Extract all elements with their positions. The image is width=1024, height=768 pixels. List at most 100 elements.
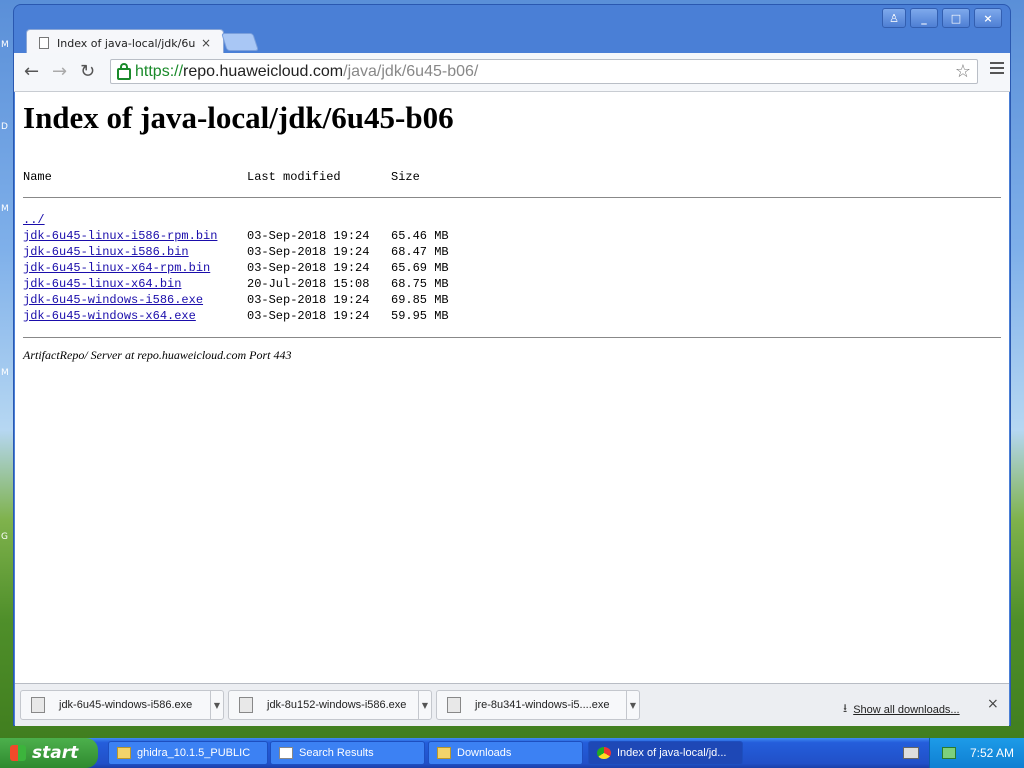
file-link[interactable]: jdk-6u45-linux-i586.bin [23,244,247,260]
file-size: 65.46 MB [391,229,449,243]
file-listing: ../jdk-6u45-linux-i586-rpm.bin 03-Sep-201… [23,212,449,324]
file-modified: 03-Sep-2018 19:24 [247,245,370,259]
url-path: /java/jdk/6u45-b06/ [343,62,479,80]
chevron-down-icon[interactable]: ▼ [626,691,639,719]
file-modified: 03-Sep-2018 19:24 [247,293,370,307]
taskbar-item-search-results[interactable]: Search Results [270,741,425,765]
browser-toolbar: ← → ↻ https://repo.huaweicloud.com/java/… [14,53,1010,92]
chevron-down-icon[interactable]: ▼ [418,691,431,719]
maximize-button[interactable]: □ [942,8,970,28]
menu-icon[interactable] [990,62,1004,77]
profile-button[interactable]: ♙ [882,8,906,28]
window-controls: ♙ _ □ × [882,8,1002,28]
taskbar-item-downloads[interactable]: Downloads [428,741,583,765]
desktop-icon-label: G [1,532,8,542]
page-content: Index of java-local/jdk/6u45-b06 Name Las… [15,92,1009,683]
file-icon [447,697,461,713]
tab-strip: Index of java-local/jdk/6u45 × ♙ _ □ × [14,5,1010,56]
file-size: 68.75 MB [391,277,449,291]
page-title: Index of java-local/jdk/6u45-b06 [23,100,454,135]
page-icon [39,37,49,49]
download-item[interactable]: jdk-6u45-windows-i586.exe ▼ [20,690,224,720]
system-tray: 7:52 AM [929,738,1024,768]
chrome-icon [597,747,611,759]
column-size: Size [391,170,420,184]
file-modified: 03-Sep-2018 19:24 [247,261,370,275]
taskbar-item-label: Index of java-local/jd... [617,747,727,759]
file-link[interactable]: jdk-6u45-linux-x64.bin [23,276,247,292]
column-modified: Last modified [247,170,341,184]
file-size: 68.47 MB [391,245,449,259]
windows-logo-icon [10,745,26,761]
desktop-icon-label: D [1,122,8,132]
server-signature: ArtifactRepo/ Server at repo.huaweicloud… [23,348,292,362]
show-all-label: Show all downloads... [853,703,960,716]
download-shelf: jdk-6u45-windows-i586.exe ▼ jdk-8u152-wi… [15,683,1009,726]
start-label: start [32,743,79,763]
file-icon [31,697,45,713]
file-link[interactable]: jdk-6u45-linux-x64-rpm.bin [23,260,247,276]
file-link[interactable]: jdk-6u45-linux-i586-rpm.bin [23,228,247,244]
file-link[interactable]: jdk-6u45-windows-x64.exe [23,308,247,324]
folder-icon [117,747,131,759]
start-button[interactable]: start [0,738,98,768]
download-item[interactable]: jre-8u341-windows-i5....exe ▼ [436,690,640,720]
chevron-down-icon[interactable]: ▼ [210,691,223,719]
browser-window: Index of java-local/jdk/6u45 × ♙ _ □ × ←… [13,4,1011,726]
list-item: ../ [23,212,449,228]
download-filename: jdk-8u152-windows-i586.exe [267,699,407,711]
bookmark-star-icon[interactable]: ☆ [955,61,971,82]
forward-button[interactable]: → [52,61,67,82]
tab-index-of-java-local[interactable]: Index of java-local/jdk/6u45 × [26,29,224,56]
file-size: 65.69 MB [391,261,449,275]
show-all-downloads-link[interactable]: ⭳ Show all downloads... [843,699,960,720]
taskbar-item-chrome[interactable]: Index of java-local/jd... [588,741,743,765]
list-item: jdk-6u45-linux-x64-rpm.bin 03-Sep-2018 19… [23,260,449,276]
taskbar-item-label: Downloads [457,747,512,759]
address-bar[interactable]: https://repo.huaweicloud.com/java/jdk/6u… [110,59,978,84]
taskbar-item-label: Search Results [299,747,374,759]
close-button[interactable]: × [974,8,1002,28]
file-icon [239,697,253,713]
desktop-icon-label: M [1,368,9,378]
reload-button[interactable]: ↻ [80,61,95,82]
list-item: jdk-6u45-linux-i586-rpm.bin 03-Sep-2018 1… [23,228,449,244]
desktop-icon-label: M [1,204,9,214]
new-tab-button[interactable] [221,33,259,51]
tab-title: Index of java-local/jdk/6u45 [57,36,195,50]
column-name: Name [23,170,52,184]
file-size: 69.85 MB [391,293,449,307]
address-url: https://repo.huaweicloud.com/java/jdk/6u… [135,63,478,81]
download-item[interactable]: jdk-8u152-windows-i586.exe ▼ [228,690,432,720]
divider [23,337,1001,338]
list-item: jdk-6u45-windows-x64.exe 03-Sep-2018 19:2… [23,308,449,324]
parent-directory-link[interactable]: ../ [23,212,247,228]
clock: 7:52 AM [970,746,1015,760]
list-item: jdk-6u45-linux-x64.bin 20-Jul-2018 15:08 6… [23,276,449,292]
taskbar: start ghidra_10.1.5_PUBLIC Search Result… [0,738,1024,768]
back-button[interactable]: ← [24,61,39,82]
list-item: jdk-6u45-linux-i586.bin 03-Sep-2018 19:24… [23,244,449,260]
file-link[interactable]: jdk-6u45-windows-i586.exe [23,292,247,308]
url-scheme: https:// [135,62,184,80]
file-size: 59.95 MB [391,309,449,323]
lock-icon [117,62,131,80]
url-host: repo.huaweicloud.com [183,62,344,80]
search-icon [279,747,293,759]
download-filename: jre-8u341-windows-i5....exe [475,699,610,711]
list-item: jdk-6u45-windows-i586.exe 03-Sep-2018 19:… [23,292,449,308]
tab-close-icon[interactable]: × [201,36,211,50]
close-shelf-icon[interactable]: × [987,696,999,712]
divider [23,197,1001,198]
network-icon[interactable] [942,747,956,759]
download-filename: jdk-6u45-windows-i586.exe [59,699,193,711]
minimize-button[interactable]: _ [910,8,938,28]
taskbar-item-label: ghidra_10.1.5_PUBLIC [137,747,251,759]
file-modified: 20-Jul-2018 15:08 [247,277,370,291]
keyboard-icon[interactable] [903,747,919,759]
taskbar-item-ghidra[interactable]: ghidra_10.1.5_PUBLIC [108,741,268,765]
desktop-icon-label: M [1,40,9,50]
download-icon: ⭳ [843,701,848,715]
column-header: Name Last modified Size [23,170,420,184]
file-modified: 03-Sep-2018 19:24 [247,229,370,243]
